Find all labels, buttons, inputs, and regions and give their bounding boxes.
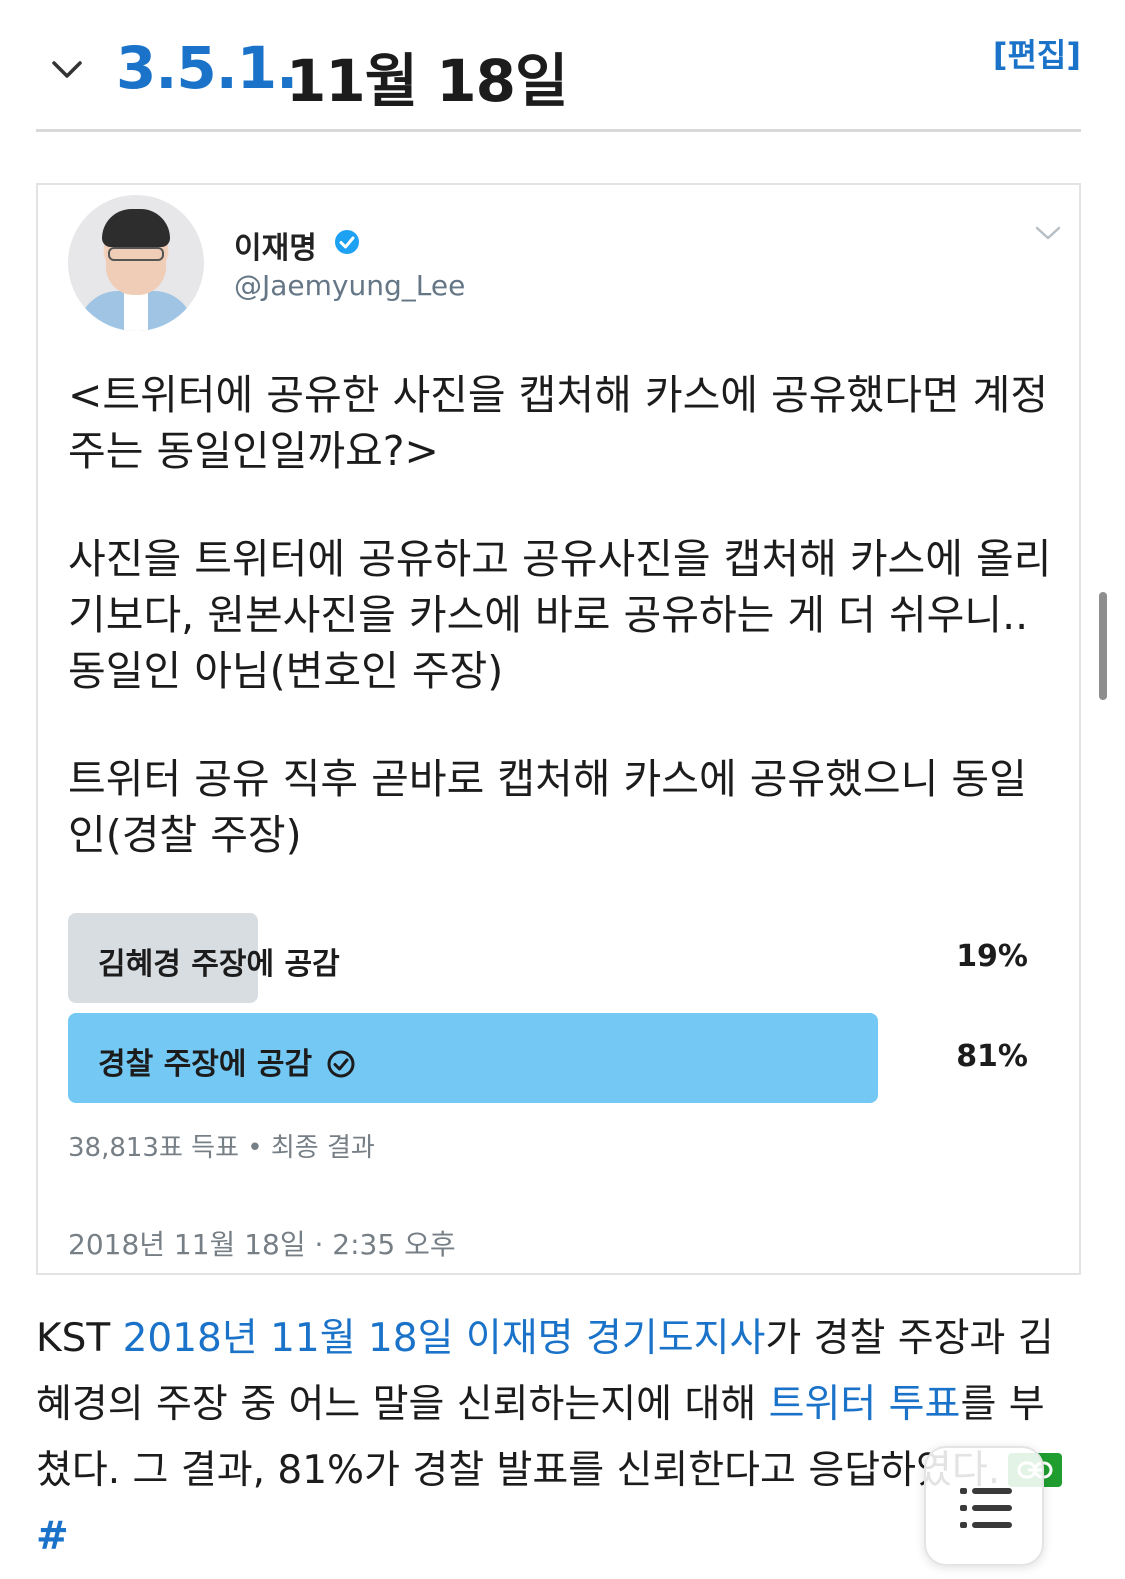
- anchor-hash-link[interactable]: #: [36, 1514, 69, 1559]
- tweet-paragraph: 트위터 공유 직후 곧바로 캡처해 카스에 공유했으니 동일인(경찰 주장): [68, 755, 1027, 859]
- person-link[interactable]: 이재명 경기도지사: [466, 1316, 765, 1361]
- chevron-down-icon[interactable]: [1033, 221, 1063, 245]
- edit-link[interactable]: [편집]: [993, 30, 1081, 76]
- verified-badge-icon: [335, 230, 359, 254]
- poll-option-label: 김혜경 주장에 공감: [98, 947, 340, 982]
- article-paragraph: KST 2018년 11월 18일 이재명 경기도지사가 경찰 주장과 김혜경의…: [36, 1306, 1076, 1570]
- section-header: 3.5.1. 11월 18일 [편집]: [36, 22, 1081, 132]
- scrollbar[interactable]: [1099, 592, 1107, 700]
- tweet-display-name[interactable]: 이재명: [234, 223, 317, 267]
- poll-option: 경찰 주장에 공감 81%: [68, 1013, 1028, 1103]
- poll-link[interactable]: 트위터 투표: [769, 1382, 961, 1427]
- tweet-timestamp[interactable]: 2018년 11월 18일 · 2:35 오후: [68, 1223, 456, 1263]
- tweet-poll: 김혜경 주장에 공감 19% 경찰 주장에 공감 81%: [68, 913, 1028, 1113]
- chevron-down-icon[interactable]: [50, 52, 84, 86]
- poll-option: 김혜경 주장에 공감 19%: [68, 913, 1028, 1003]
- tweet-body: <트위터에 공유한 사진을 캡처해 카스에 공유했다면 계정주는 동일인일까요?…: [68, 367, 1058, 863]
- tweet-handle[interactable]: @Jaemyung_Lee: [234, 269, 465, 302]
- table-of-contents-button[interactable]: [924, 1446, 1044, 1566]
- poll-option-percent: 81%: [956, 1039, 1028, 1074]
- poll-option-text: 경찰 주장에 공감: [98, 1047, 313, 1082]
- avatar[interactable]: [68, 195, 204, 331]
- embedded-tweet: 이재명 @Jaemyung_Lee <트위터에 공유한 사진을 캡처해 카스에 …: [36, 183, 1081, 1275]
- tweet-paragraph: <트위터에 공유한 사진을 캡처해 카스에 공유했다면 계정주는 동일인일까요?…: [68, 371, 1049, 475]
- section-title: 11월 18일: [286, 47, 568, 115]
- list-icon: [960, 1488, 1012, 1528]
- poll-option-label: 경찰 주장에 공감: [98, 1039, 356, 1083]
- poll-option-percent: 19%: [956, 939, 1028, 974]
- tweet-paragraph: 사진을 트위터에 공유하고 공유사진을 캡처해 카스에 올리기보다, 원본사진을…: [68, 535, 1052, 695]
- date-link[interactable]: 2018년 11월 18일: [123, 1316, 454, 1361]
- poll-meta: 38,813표 득표 • 최종 결과: [68, 1133, 375, 1163]
- desc-prefix: KST: [36, 1316, 123, 1361]
- section-number[interactable]: 3.5.1.: [116, 34, 298, 102]
- check-circle-icon: [327, 1050, 355, 1078]
